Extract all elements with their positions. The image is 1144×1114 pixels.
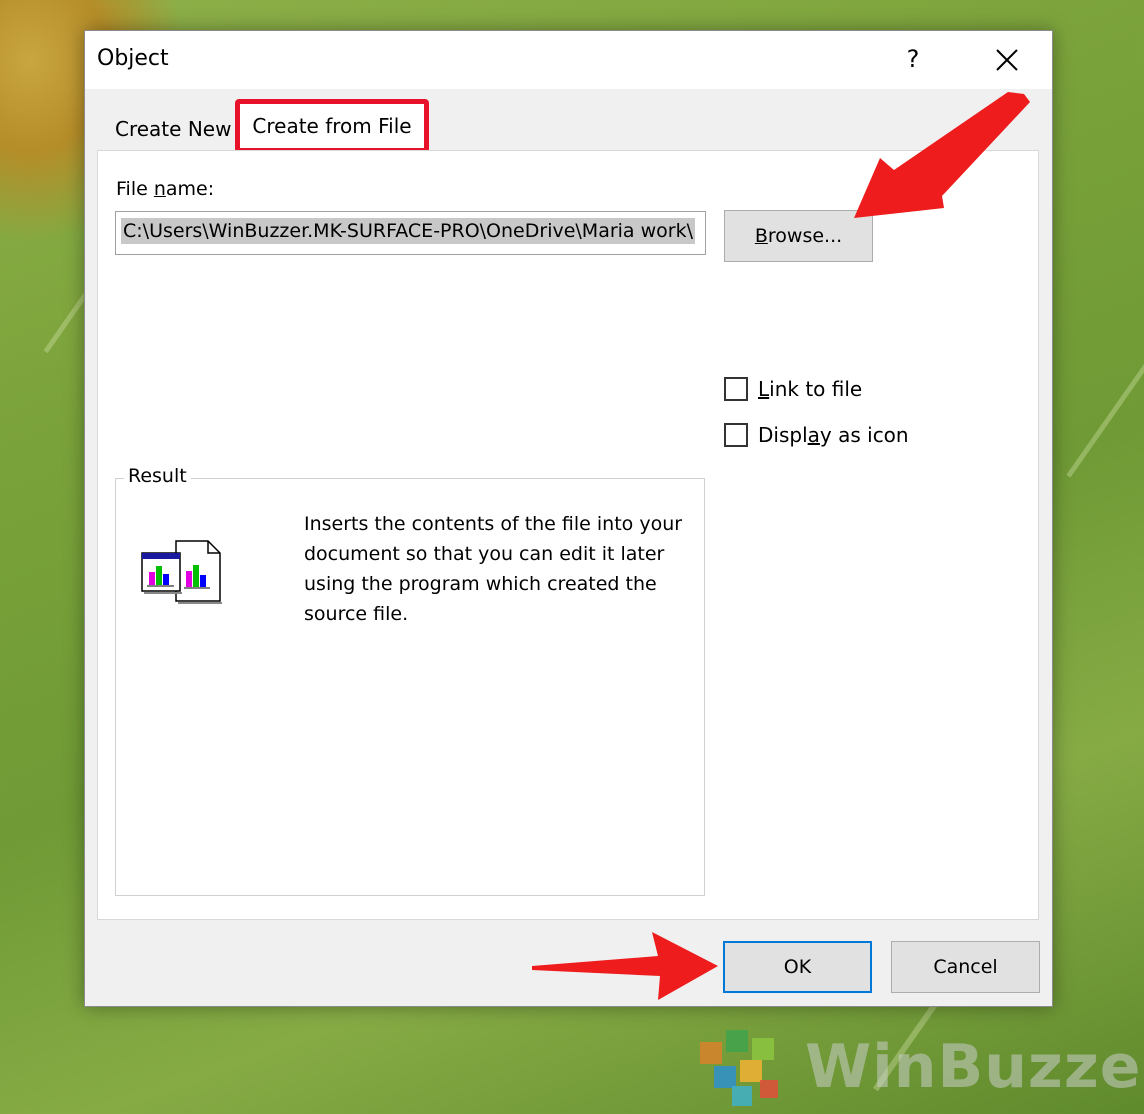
cancel-button[interactable]: Cancel — [891, 941, 1040, 993]
dialog-title: Object — [97, 46, 169, 71]
link-to-file-option[interactable]: Link to file — [724, 377, 862, 401]
help-button[interactable]: ? — [891, 39, 935, 79]
browse-label: rowse... — [767, 225, 843, 247]
result-title: Result — [124, 465, 191, 487]
result-group: Result Inserts the contents of the file … — [115, 465, 705, 896]
link-to-file-label: Link to file — [758, 377, 862, 401]
result-description: Inserts the contents of the file into yo… — [304, 513, 683, 625]
display-as-icon-checkbox[interactable] — [724, 423, 748, 447]
browse-mnemonic: B — [754, 225, 768, 247]
browse-button[interactable]: Browse... — [724, 210, 873, 262]
tab-create-from-file-label: Create from File — [252, 114, 412, 138]
winbuzzer-cube-logo — [700, 1030, 778, 1106]
tab-create-new[interactable]: Create New — [115, 117, 231, 141]
tab-panel: File name: C:\Users\WinBuzzer.MK-SURFACE… — [97, 150, 1039, 920]
tab-create-from-file[interactable]: Create from File — [235, 99, 429, 153]
dialog-titlebar: Object ? — [85, 31, 1052, 89]
link-label-part: ink to file — [769, 377, 863, 401]
close-button[interactable] — [983, 39, 1031, 79]
object-dialog: Object ? Create New Create from File Fil… — [84, 30, 1053, 1007]
winbuzzer-watermark: WinBuzzer — [690, 1020, 1144, 1110]
display-label-part: Displ — [758, 423, 808, 447]
display-as-icon-option[interactable]: Display as icon — [724, 423, 909, 447]
link-to-file-checkbox[interactable] — [724, 377, 748, 401]
link-mnemonic: L — [758, 377, 770, 401]
watermark-text: WinBuzzer — [805, 1032, 1144, 1102]
close-icon — [996, 48, 1018, 71]
display-label-part: y as icon — [819, 423, 909, 447]
file-name-label-part: File — [116, 178, 154, 200]
display-mnemonic: a — [807, 423, 820, 447]
file-name-label: File name: — [116, 178, 214, 200]
ok-button[interactable]: OK — [723, 941, 872, 993]
background-streak — [1066, 327, 1144, 478]
file-name-value: C:\Users\WinBuzzer.MK-SURFACE-PRO\OneDri… — [121, 218, 695, 244]
file-name-label-part: ame: — [165, 178, 215, 200]
file-name-input[interactable]: C:\Users\WinBuzzer.MK-SURFACE-PRO\OneDri… — [115, 211, 706, 255]
file-name-mnemonic: n — [153, 178, 166, 200]
embedded-document-icon — [140, 539, 224, 609]
display-as-icon-label: Display as icon — [758, 423, 909, 447]
